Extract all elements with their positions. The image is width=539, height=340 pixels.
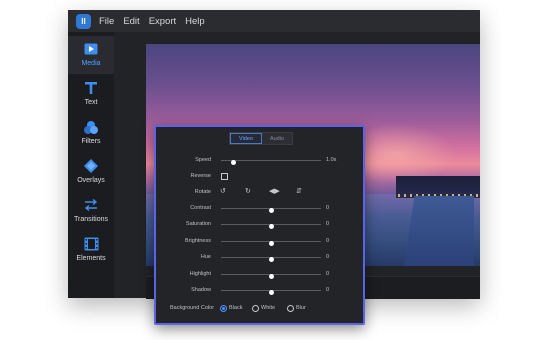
contrast-slider-knob[interactable]	[268, 208, 274, 213]
sidebar-item-media[interactable]: Media	[68, 36, 114, 74]
highlight-slider[interactable]	[221, 273, 321, 279]
shadow-label: Shadow	[191, 287, 211, 293]
sidebar-item-elements[interactable]: Elements	[68, 231, 114, 269]
radio-white[interactable]	[252, 305, 259, 312]
contrast-row: Contrast 0	[156, 203, 363, 215]
video-settings-panel: Video Audio Speed 1.0x Reverse Rotate ↺ …	[154, 125, 365, 325]
speed-row: Speed 1.0x	[156, 155, 363, 167]
menu-file[interactable]: File	[99, 16, 114, 27]
overlay-diamond-icon	[83, 158, 99, 174]
reverse-label: Reverse	[190, 173, 211, 179]
shadow-value: 0	[326, 287, 330, 293]
radio-black[interactable]	[220, 305, 227, 312]
hue-slider[interactable]	[221, 257, 321, 263]
sidebar-item-label: Overlays	[77, 177, 105, 184]
pier-walkway	[404, 196, 474, 266]
flip-vertical-icon[interactable]: ⇵	[296, 187, 302, 195]
saturation-label: Saturation	[185, 221, 211, 228]
speed-slider[interactable]	[221, 160, 321, 165]
reverse-checkbox[interactable]	[221, 173, 228, 180]
rotate-right-icon[interactable]: ↻	[245, 187, 251, 195]
radio-black-label: Black	[229, 305, 243, 311]
saturation-value: 0	[326, 221, 330, 228]
tab-audio[interactable]: Audio	[262, 133, 292, 144]
reverse-row: Reverse	[156, 171, 363, 183]
play-box-icon	[83, 41, 99, 57]
background-color-row: Background Color Black White Blur	[156, 303, 363, 315]
sidebar-item-label: Transitions	[74, 216, 108, 223]
filters-circles-icon	[83, 119, 99, 135]
highlight-value: 0	[326, 270, 330, 277]
radio-blur-label: Blur	[296, 305, 306, 311]
app-logo-icon: ll	[76, 13, 91, 29]
radio-blur[interactable]	[287, 305, 294, 312]
hue-value: 0	[326, 254, 330, 261]
sidebar-item-filters[interactable]: Filters	[68, 114, 114, 152]
menu-bar: ll File Edit Export Help	[68, 10, 480, 32]
sidebar-item-text[interactable]: Text	[68, 75, 114, 113]
sidebar-item-label: Filters	[81, 138, 101, 145]
tab-video[interactable]: Video	[230, 133, 262, 144]
contrast-value: 0	[326, 205, 330, 211]
brightness-row: Brightness 0	[156, 236, 363, 248]
highlight-row: Highlight 0	[156, 269, 363, 281]
sidebar-item-transitions[interactable]: Transitions	[68, 192, 114, 230]
rotate-row: Rotate ↺ ↻ ◀▶ ⇵	[156, 187, 363, 199]
speed-slider-knob[interactable]	[230, 160, 236, 165]
menu-edit[interactable]: Edit	[123, 16, 139, 27]
brightness-value: 0	[326, 237, 330, 244]
flip-horizontal-icon[interactable]: ◀▶	[269, 187, 280, 195]
brightness-slider[interactable]	[221, 240, 321, 246]
hue-row: Hue 0	[156, 252, 363, 264]
radio-white-label: White	[261, 305, 276, 311]
saturation-row: Saturation 0	[156, 219, 363, 231]
brightness-slider-knob[interactable]	[268, 240, 274, 246]
saturation-slider[interactable]	[221, 224, 321, 230]
transition-arrows-icon	[83, 197, 99, 213]
highlight-label: Highlight	[189, 270, 211, 277]
hue-label: Hue	[200, 254, 211, 261]
sidebar: Media Text Filters Overlays Transitions	[68, 32, 114, 298]
shadow-row: Shadow 0	[156, 285, 363, 297]
sidebar-item-label: Elements	[76, 255, 106, 262]
speed-label: Speed	[195, 157, 211, 163]
speed-value: 1.0x	[326, 157, 337, 163]
menu-export[interactable]: Export	[149, 16, 176, 27]
highlight-slider-knob[interactable]	[268, 273, 274, 279]
contrast-slider[interactable]	[221, 208, 321, 213]
sidebar-item-label: Media	[81, 60, 101, 67]
contrast-label: Contrast	[190, 205, 211, 211]
panel-tabs: Video Audio	[229, 132, 293, 145]
brightness-label: Brightness	[185, 237, 211, 244]
saturation-slider-knob[interactable]	[268, 224, 274, 230]
shadow-slider-knob[interactable]	[268, 290, 274, 295]
text-t-icon	[83, 80, 99, 96]
sidebar-item-label: Text	[84, 99, 98, 106]
background-color-label: Background Color	[170, 305, 215, 311]
shadow-slider[interactable]	[221, 290, 321, 295]
rotate-label: Rotate	[194, 189, 211, 195]
menu-help[interactable]: Help	[185, 16, 205, 27]
film-strip-icon	[83, 236, 99, 252]
rotate-left-icon[interactable]: ↺	[220, 187, 226, 195]
hue-slider-knob[interactable]	[268, 257, 274, 263]
sidebar-item-overlays[interactable]: Overlays	[68, 153, 114, 191]
